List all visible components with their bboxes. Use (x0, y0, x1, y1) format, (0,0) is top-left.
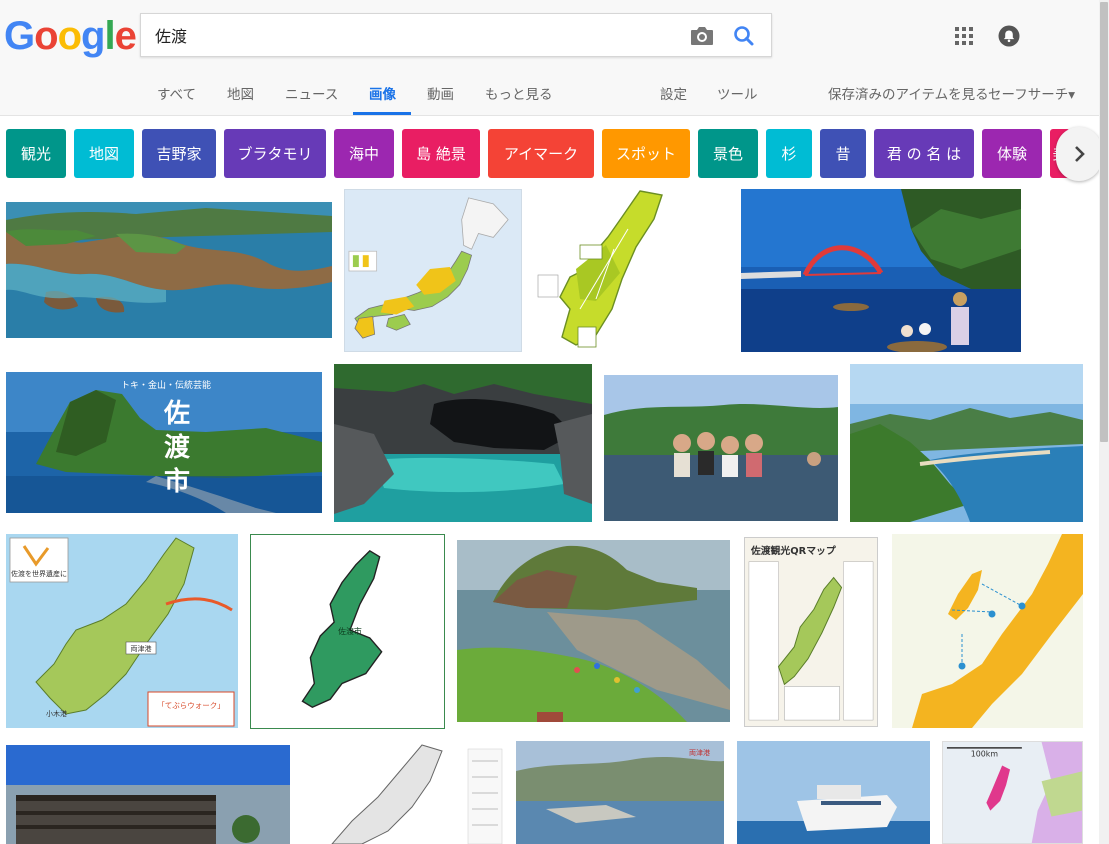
search-box (140, 13, 772, 57)
tab-more[interactable]: もっと見る (485, 83, 553, 103)
related-chip[interactable]: スポット (602, 129, 690, 178)
related-chip[interactable]: 昔 (820, 129, 866, 178)
tab-maps[interactable]: 地図 (227, 83, 254, 103)
thumb-caption: 佐渡観光QRマップ (750, 544, 836, 557)
apps-grid-icon[interactable] (954, 26, 974, 46)
active-tab-indicator (353, 112, 411, 115)
related-chip[interactable]: 島 絶景 (402, 129, 480, 178)
related-chip[interactable]: 海中 (334, 129, 394, 178)
image-result[interactable] (850, 364, 1083, 522)
image-result[interactable]: 両津港 (516, 741, 724, 844)
thumb-caption: 佐渡市 (338, 626, 362, 636)
logo-letter: o (57, 14, 82, 58)
related-chip[interactable]: アイマーク (488, 129, 594, 178)
logo-letter: e (114, 14, 137, 58)
logo-letter: G (4, 14, 35, 58)
thumb-caption: 100km (971, 750, 998, 759)
header: Google 佐渡 すべて 地図 ニュース 画像 動画 もっと見る 設定 ツール… (0, 0, 1099, 116)
tab-all[interactable]: すべて (157, 83, 196, 103)
image-result[interactable] (737, 741, 930, 844)
related-chip[interactable]: ブラタモリ (224, 129, 326, 178)
related-chip[interactable]: 観光 (6, 129, 66, 178)
tab-videos[interactable]: 動画 (427, 83, 454, 103)
search-input[interactable] (155, 14, 675, 56)
image-result[interactable] (457, 540, 730, 722)
image-result[interactable] (6, 202, 332, 338)
related-chip[interactable]: 吉野家 (142, 129, 216, 178)
image-result[interactable] (344, 189, 522, 352)
thumb-title-char: 佐 (163, 399, 190, 429)
logo-letter: o (34, 14, 58, 58)
google-logo[interactable]: Google (4, 14, 137, 58)
related-chip[interactable]: 体験 (982, 129, 1042, 178)
thumb-caption: 佐渡を世界遺産に (11, 569, 67, 578)
image-result[interactable] (6, 745, 290, 844)
image-result[interactable] (604, 375, 838, 521)
saved-items-link[interactable]: 保存済みのアイテムを見る (828, 83, 989, 103)
logo-letter: g (81, 14, 105, 58)
tab-settings[interactable]: 設定 (660, 83, 687, 103)
camera-icon[interactable] (689, 25, 715, 47)
related-chip[interactable]: 杉 (766, 129, 812, 178)
thumb-title-char: 渡 (164, 432, 191, 463)
related-chip[interactable]: 景色 (698, 129, 758, 178)
tab-images[interactable]: 画像 (369, 83, 396, 103)
image-result[interactable]: トキ・金山・伝統芸能 佐 渡 市 (6, 372, 322, 513)
bell-icon[interactable] (998, 25, 1020, 47)
safesearch-dropdown[interactable]: セーフサーチ▾ (988, 83, 1075, 103)
search-icon[interactable] (731, 23, 757, 49)
thumb-caption: 「てぶらウォーク」 (157, 701, 225, 710)
tab-tools[interactable]: ツール (717, 83, 758, 103)
thumb-caption: 両津港 (689, 748, 710, 757)
tab-news[interactable]: ニュース (285, 83, 338, 103)
chips-next-button[interactable] (1056, 127, 1102, 181)
thumb-caption: 両津港 (131, 644, 152, 653)
chevron-right-icon (1075, 146, 1085, 162)
related-chip[interactable]: 君 の 名 は (874, 129, 974, 178)
thumb-title-char: 市 (164, 466, 190, 497)
logo-letter: l (104, 14, 115, 58)
related-chip[interactable]: 地図 (74, 129, 134, 178)
image-result[interactable] (302, 741, 504, 844)
thumb-caption: 小木港 (46, 709, 67, 718)
thumb-subtitle: トキ・金山・伝統芸能 (121, 379, 211, 391)
image-result[interactable] (892, 534, 1083, 728)
image-result[interactable]: 佐渡市 (250, 534, 445, 729)
image-result[interactable]: 佐渡を世界遺産に 両津港 「てぶらウォーク」 小木港 (6, 534, 238, 728)
image-result[interactable] (536, 189, 666, 352)
image-result[interactable]: 100km (942, 741, 1083, 844)
image-result[interactable] (334, 364, 592, 522)
image-result[interactable] (741, 189, 1021, 352)
scrollbar-thumb[interactable] (1100, 2, 1108, 442)
image-result[interactable]: 佐渡観光QRマップ (744, 537, 878, 727)
